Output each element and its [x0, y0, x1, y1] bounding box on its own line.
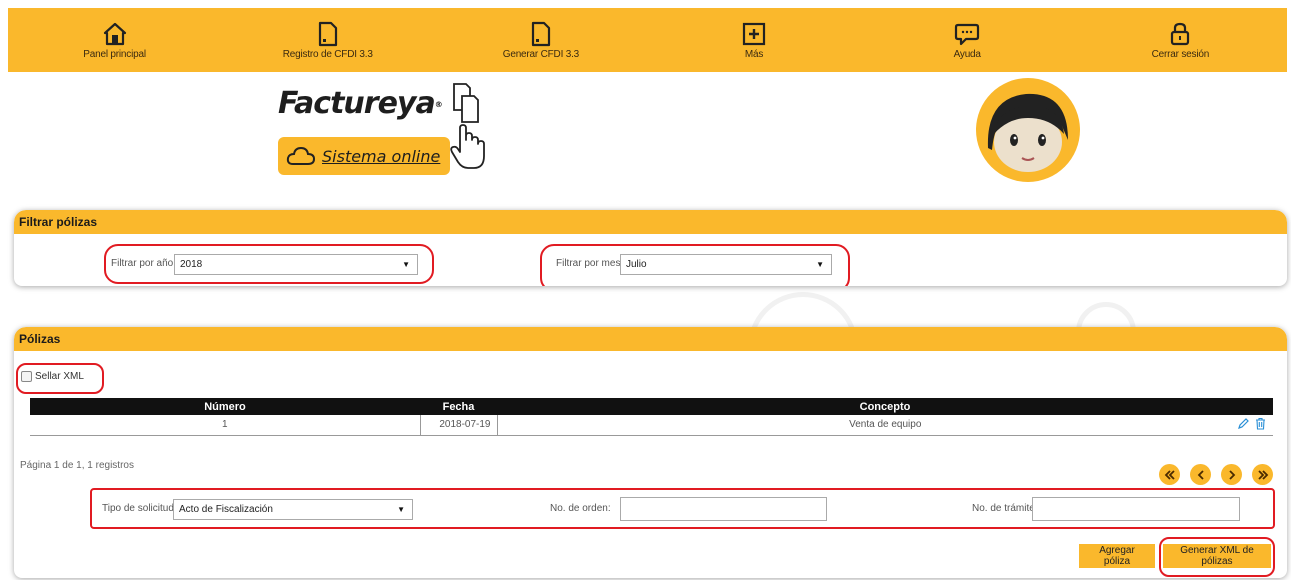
- nav-registro-cfdi[interactable]: Registro de CFDI 3.3: [248, 21, 408, 60]
- avatar[interactable]: [976, 78, 1080, 182]
- year-filter-highlight: [104, 244, 434, 284]
- logo-tagline-pill: Sistema online: [278, 137, 450, 175]
- nav-label: Panel principal: [83, 48, 146, 60]
- cell-fecha: 2018-07-19: [419, 415, 497, 436]
- polizas-table: Número Fecha Concepto 1 2018-07-19 Venta…: [30, 398, 1273, 436]
- polizas-panel: Pólizas Sellar XML Número Fecha Concepto…: [14, 327, 1287, 578]
- document-icon: [531, 21, 550, 46]
- seal-xml-highlight: [16, 363, 104, 394]
- nav-ayuda[interactable]: Ayuda: [887, 21, 1047, 60]
- nav-label: Generar CFDI 3.3: [502, 48, 580, 60]
- solicitud-section-highlight: [90, 488, 1275, 529]
- cell-concepto: Venta de equipo: [496, 415, 1273, 436]
- nav-mas[interactable]: Más: [674, 21, 834, 60]
- chat-bubble-icon: [955, 23, 980, 45]
- top-nav: Panel principal Registro de CFDI 3.3 Gen…: [8, 8, 1287, 72]
- cloud-icon: [286, 146, 316, 165]
- nav-generar-cfdi[interactable]: Generar CFDI 3.3: [461, 21, 621, 60]
- pagination-controls: [1159, 464, 1273, 485]
- filter-panel-title: Filtrar pólizas: [14, 210, 1287, 234]
- document-icon: [318, 21, 337, 46]
- double-chevron-left-icon: [1164, 469, 1175, 480]
- cell-concepto-text: Venta de equipo: [849, 419, 922, 431]
- filter-panel: Filtrar pólizas Filtrar por año: 2018 ▼ …: [14, 210, 1287, 286]
- column-concepto[interactable]: Concepto: [497, 398, 1273, 415]
- logo-wordmark: Factureya®: [278, 86, 443, 121]
- chevron-left-icon: [1197, 469, 1204, 480]
- nav-label: Cerrar sesión: [1151, 48, 1210, 60]
- table-header-row: Número Fecha Concepto: [30, 398, 1273, 415]
- logo-tagline: Sistema online: [322, 146, 441, 166]
- double-chevron-right-icon: [1257, 469, 1268, 480]
- pointer-hand-icon: [450, 83, 485, 169]
- add-poliza-button[interactable]: Agregar póliza: [1079, 544, 1155, 568]
- logo-registered-mark: ®: [434, 100, 443, 109]
- column-numero[interactable]: Número: [30, 398, 420, 415]
- next-page-button[interactable]: [1221, 464, 1242, 485]
- previous-page-button[interactable]: [1190, 464, 1211, 485]
- table-row[interactable]: 1 2018-07-19 Venta de equipo: [30, 415, 1273, 436]
- plus-box-icon: [742, 22, 766, 45]
- lock-icon: [1171, 22, 1190, 45]
- logo-text: Factureya: [278, 86, 436, 121]
- last-page-button[interactable]: [1252, 464, 1273, 485]
- factureya-logo: Factureya® Sistema online: [278, 82, 493, 178]
- nav-label: Más: [744, 48, 764, 60]
- trash-icon[interactable]: [1254, 417, 1267, 430]
- pagination-info: Página 1 de 1, 1 registros: [20, 460, 134, 471]
- month-filter-highlight: [540, 244, 850, 286]
- polizas-panel-title: Pólizas: [14, 327, 1287, 351]
- nav-cerrar-sesion[interactable]: Cerrar sesión: [1100, 21, 1260, 60]
- row-actions: [1237, 417, 1267, 430]
- first-page-button[interactable]: [1159, 464, 1180, 485]
- cell-numero: 1: [30, 415, 420, 436]
- generate-xml-highlight: [1159, 537, 1275, 577]
- edit-pencil-icon[interactable]: [1237, 417, 1250, 430]
- column-fecha[interactable]: Fecha: [420, 398, 497, 415]
- chevron-right-icon: [1228, 469, 1235, 480]
- page: Panel principal Registro de CFDI 3.3 Gen…: [0, 0, 1291, 580]
- home-icon: [103, 22, 126, 45]
- nav-label: Ayuda: [953, 48, 981, 60]
- nav-label: Registro de CFDI 3.3: [282, 48, 373, 60]
- nav-panel-principal[interactable]: Panel principal: [35, 21, 195, 60]
